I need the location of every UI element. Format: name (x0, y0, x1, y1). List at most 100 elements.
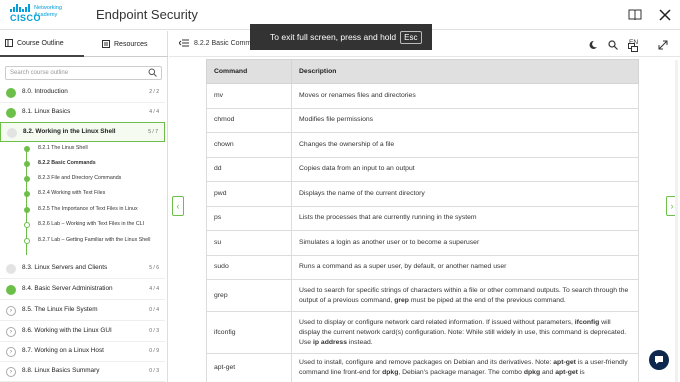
cisco-bars-icon (10, 4, 32, 12)
description-cell: Lists the processes that are currently r… (291, 205, 639, 231)
chevron-right-icon: › (6, 327, 16, 337)
cisco-networking-academy-logo: CISCO Networking Academy (10, 4, 80, 26)
module-count: 2 / 2 (149, 89, 159, 95)
description-cell: Copies data from an input to an output (291, 156, 639, 182)
commands-table-container: Command Description mv Moves or renames f… (206, 59, 639, 382)
outline-module[interactable]: › 8.5. The Linux File System 0 / 4 (0, 301, 165, 321)
desc-text: must be piped at the end of the previous… (408, 296, 566, 304)
module-count: 0 / 9 (149, 348, 159, 354)
collapse-sidebar-button[interactable] (178, 39, 189, 49)
outline-subitem-current[interactable]: 8.2.2 Basic Commands (0, 157, 165, 172)
outline-module[interactable]: › 8.6. Working with the Linux GUI 0 / 3 (0, 322, 165, 342)
outline-module[interactable]: 8.0. Introduction 2 / 2 (0, 83, 165, 103)
col-header-description: Description (291, 59, 639, 84)
module-label: 8.7. Working on a Linux Host (22, 347, 104, 354)
tab-course-outline-label: Course Outline (17, 39, 64, 47)
module-label: 8.2. Working in the Linux Shell (23, 128, 116, 135)
desc-text: Used to install, configure and remove pa… (299, 359, 554, 366)
outline-module[interactable]: › 8.7. Working on a Linux Host 0 / 9 (0, 342, 165, 362)
chevron-right-icon: › (6, 306, 16, 316)
subitem-label: 8.2.4 Working with Text Files (38, 190, 106, 196)
fullscreen-notice: To exit full screen, press and hold Esc (250, 24, 432, 50)
outline-subitem[interactable]: 8.2.1 The Linux Shell (0, 142, 165, 157)
logo-sub-line1: Networking (34, 5, 62, 11)
module-label: 8.1. Linux Basics (22, 108, 71, 115)
tab-resources[interactable]: Resources (102, 31, 168, 57)
moon-icon (589, 40, 597, 49)
search-placeholder: Search course outline (10, 70, 69, 76)
command-cell: ps (206, 205, 292, 231)
module-count: 5 / 6 (149, 265, 159, 271)
outline-module[interactable]: 8.1. Linux Basics 4 / 4 (0, 103, 165, 123)
sidebar: Course Outline Resources Search course o… (0, 31, 168, 382)
subitem-label: 8.2.7 Lab – Getting Familiar with the Li… (38, 237, 151, 243)
command-cell: mv (206, 83, 292, 109)
app-title: Endpoint Security (96, 7, 198, 22)
dark-mode-button[interactable] (588, 37, 598, 55)
desc-bold: ip address (312, 338, 347, 346)
language-selector[interactable]: EN (629, 39, 638, 46)
description-cell: Moves or renames files and directories (291, 83, 639, 109)
desc-bold: dpkg (382, 369, 399, 376)
table-row: sudo Runs a command as a super user, by d… (206, 254, 639, 280)
check-icon (6, 108, 16, 118)
desc-text: instead. (346, 338, 373, 346)
subitem-label: 8.2.2 Basic Commands (38, 160, 96, 166)
subitem-label: 8.2.6 Lab – Working with Text Files in t… (38, 221, 145, 227)
table-row: ps Lists the processes that are currently… (206, 205, 639, 231)
chat-bubble-icon (655, 356, 663, 364)
table-row: ifconfig Used to display or configure ne… (206, 311, 639, 354)
description-cell: Displays the name of the current directo… (291, 181, 639, 207)
book-button[interactable] (623, 4, 647, 26)
table-row: chmod Modifies file permissions (206, 107, 639, 133)
sidebar-tabs: Course Outline Resources (0, 31, 168, 57)
subitem-label: 8.2.3 File and Directory Commands (38, 175, 122, 181)
description-cell: Used to search for specific strings of c… (291, 279, 639, 312)
module-label: 8.4. Basic Server Administration (22, 285, 113, 292)
outline-subitem[interactable]: 8.2.5 The Importance of Text Files in Li… (0, 203, 165, 218)
esc-key-badge: Esc (400, 30, 422, 44)
desc-bold: ifconfig (574, 318, 600, 326)
table-row: chown Changes the ownership of a file (206, 132, 639, 158)
outline-module[interactable]: 8.3. Linux Servers and Clients 5 / 6 (0, 259, 165, 279)
search-icon[interactable] (148, 68, 157, 77)
outline-subitem[interactable]: 8.2.7 Lab – Getting Familiar with the Li… (0, 234, 165, 254)
chevron-left-icon: ‹ (176, 201, 180, 211)
command-cell: apt-get (206, 353, 292, 382)
command-cell: dd (206, 156, 292, 182)
desc-text: and (540, 369, 556, 376)
fullscreen-notice-text: To exit full screen, press and hold (270, 32, 397, 42)
logo-subtitle: Networking Academy (34, 5, 62, 18)
table-row: apt-get Used to install, configure and r… (206, 353, 639, 382)
commands-table: Command Description mv Moves or renames f… (206, 59, 639, 382)
outline-subitem[interactable]: 8.2.4 Working with Text Files (0, 187, 165, 202)
module-label: 8.8. Linux Basics Summary (22, 367, 100, 374)
outline-search-input[interactable]: Search course outline (5, 66, 162, 80)
resources-icon (102, 40, 110, 48)
chevron-right-icon: › (6, 367, 16, 377)
outline-module[interactable]: 8.4. Basic Server Administration 4 / 4 (0, 280, 165, 300)
outline-module-active[interactable]: 8.2. Working in the Linux Shell 5 / 7 (0, 122, 165, 142)
exit-fullscreen-button[interactable] (658, 37, 668, 55)
description-cell: Simulates a login as another user or to … (291, 230, 639, 256)
outline-module[interactable]: › 8.8. Linux Basics Summary 0 / 3 (0, 362, 165, 382)
search-content-button[interactable] (608, 37, 618, 55)
table-row: pwd Displays the name of the current dire… (206, 181, 639, 207)
content-scrollbar[interactable] (675, 60, 678, 382)
command-cell: su (206, 230, 292, 256)
table-row: mv Moves or renames files and directories (206, 83, 639, 109)
outline-subitem[interactable]: 8.2.3 File and Directory Commands (0, 172, 165, 187)
outline-subitem[interactable]: 8.2.6 Lab – Working with Text Files in t… (0, 218, 165, 233)
help-chat-button[interactable] (649, 350, 669, 370)
desc-bold: grep (394, 296, 409, 304)
close-button[interactable] (653, 4, 677, 26)
desc-bold: dpkg (523, 369, 541, 376)
desc-text: Used to display or configure network car… (299, 318, 575, 326)
command-cell: chown (206, 132, 292, 158)
tab-course-outline[interactable]: Course Outline (0, 31, 84, 57)
description-cell: Changes the ownership of a file (291, 132, 639, 158)
command-cell: chmod (206, 107, 292, 133)
previous-page-button[interactable]: ‹ (172, 196, 184, 216)
desc-text: is (577, 369, 585, 376)
table-row: grep Used to search for specific strings… (206, 279, 639, 312)
